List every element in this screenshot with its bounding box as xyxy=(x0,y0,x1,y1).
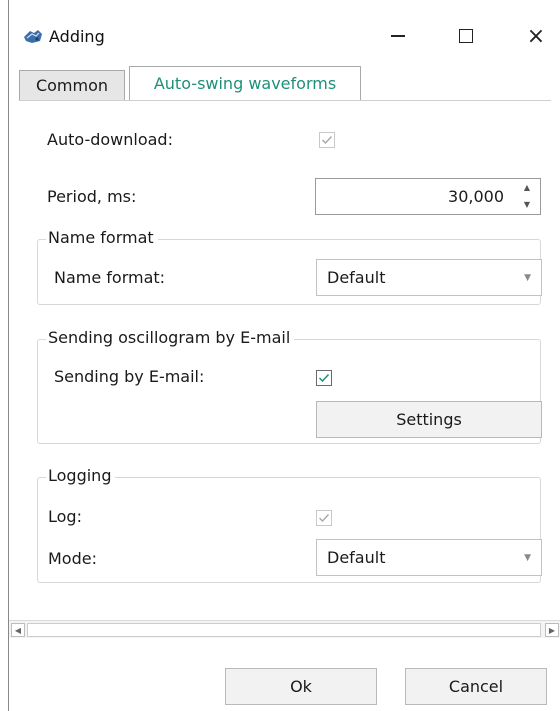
maximize-icon[interactable] xyxy=(443,20,489,52)
logging-group: Logging Log: Mode: Default ▼ xyxy=(37,466,542,583)
minimize-icon[interactable] xyxy=(375,20,421,52)
email-group-title: Sending oscillogram by E-mail xyxy=(46,328,295,347)
cancel-button[interactable]: Cancel xyxy=(405,668,547,705)
name-format-value: Default xyxy=(327,268,386,287)
auto-download-checkbox[interactable] xyxy=(319,132,335,148)
mode-label: Mode: xyxy=(48,549,97,568)
horizontal-scrollbar[interactable]: ◀ ▶ xyxy=(9,620,560,638)
chevron-down-icon: ▼ xyxy=(524,553,531,563)
log-checkbox[interactable] xyxy=(316,510,332,526)
sending-email-label: Sending by E-mail: xyxy=(54,367,205,386)
period-label: Period, ms: xyxy=(47,187,137,206)
app-icon xyxy=(24,30,42,43)
email-group: Sending oscillogram by E-mail Sending by… xyxy=(37,328,542,444)
name-format-group: Name format Name format: Default ▼ xyxy=(37,228,542,305)
close-icon[interactable]: × xyxy=(513,20,559,52)
period-value: 30,000 xyxy=(448,187,504,206)
logging-group-title: Logging xyxy=(46,466,116,485)
stepper-down-icon[interactable]: ▼ xyxy=(524,200,530,210)
period-stepper[interactable]: 30,000 ▲ ▼ xyxy=(315,178,541,215)
ok-button[interactable]: Ok xyxy=(225,668,377,705)
scroll-right-icon[interactable]: ▶ xyxy=(545,623,559,637)
name-format-select[interactable]: Default ▼ xyxy=(316,259,542,296)
dialog-window: Adding × Common Auto-swing waveforms Aut… xyxy=(8,0,560,711)
tab-common[interactable]: Common xyxy=(19,70,125,100)
auto-download-label: Auto-download: xyxy=(47,130,173,149)
settings-button[interactable]: Settings xyxy=(316,401,542,438)
scrollbar-thumb[interactable] xyxy=(27,623,541,637)
checkmark-icon xyxy=(322,136,333,145)
checkmark-icon xyxy=(318,373,330,383)
log-label: Log: xyxy=(48,507,82,526)
dialog-footer: Ok Cancel xyxy=(9,638,560,711)
scroll-left-icon[interactable]: ◀ xyxy=(11,623,25,637)
tab-content: Auto-download: Period, ms: 30,000 ▲ ▼ Na… xyxy=(19,100,551,620)
mode-value: Default xyxy=(327,548,386,567)
window-title: Adding xyxy=(49,27,105,46)
sending-email-checkbox[interactable] xyxy=(316,370,332,386)
name-format-label: Name format: xyxy=(54,268,166,287)
mode-select[interactable]: Default ▼ xyxy=(316,539,542,576)
tab-auto-swing-waveforms[interactable]: Auto-swing waveforms xyxy=(129,66,361,100)
stepper-arrows: ▲ ▼ xyxy=(520,183,534,210)
chevron-down-icon: ▼ xyxy=(524,273,531,283)
checkmark-icon xyxy=(319,514,330,523)
title-bar: Adding × xyxy=(9,0,560,60)
stepper-up-icon[interactable]: ▲ xyxy=(524,183,530,193)
name-format-group-title: Name format xyxy=(46,228,158,247)
